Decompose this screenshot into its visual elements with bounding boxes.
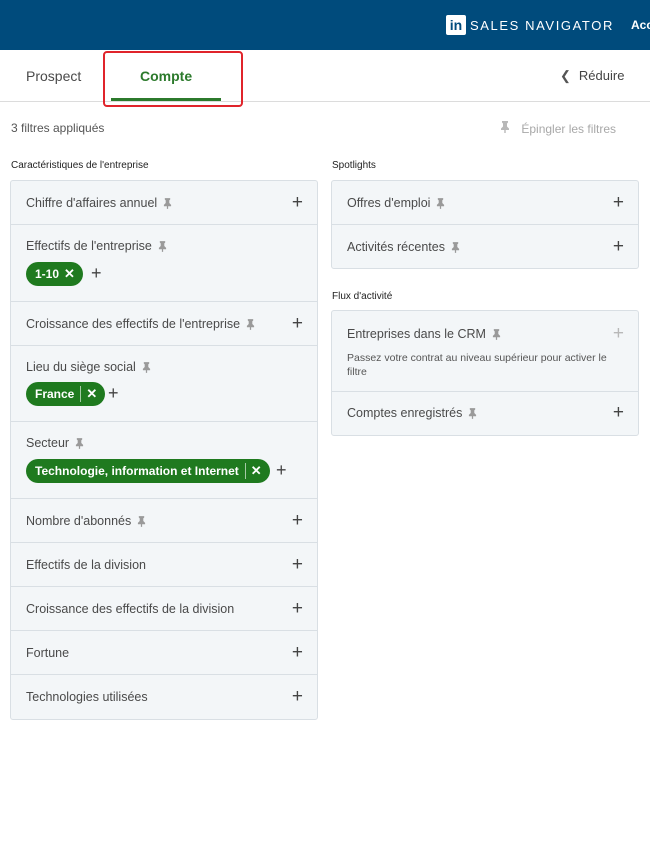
pin-icon[interactable] [137, 516, 146, 528]
filter-row-division-growth[interactable]: Croissance des effectifs de la division … [11, 587, 317, 631]
reduce-label: Réduire [578, 68, 625, 83]
chevron-left-icon: ❮ [560, 68, 571, 83]
chip-label: Technologie, information et Internet [35, 464, 239, 478]
linkedin-logo-icon: in [446, 15, 466, 35]
reduce-button[interactable]: ❮ Réduire [560, 68, 624, 84]
add-icon: + [612, 323, 624, 344]
filter-row-headcount-growth[interactable]: Croissance des effectifs de l'entreprise… [11, 302, 317, 346]
filter-label: Offres d'emploi [347, 196, 445, 210]
filter-tabs: Prospect Compte ❮ Réduire [0, 50, 650, 107]
filter-row-division-headcount[interactable]: Effectifs de la division + [11, 543, 317, 587]
activity-flow-panel: Entreprises dans le CRM + Passez votre c… [331, 310, 639, 436]
chip-sector[interactable]: Technologie, information et Internet ✕ [26, 459, 270, 483]
company-filters-panel: Chiffre d'affaires annuel + Effectifs de… [10, 180, 318, 720]
pin-icon[interactable] [158, 241, 167, 253]
remove-icon[interactable]: ✕ [86, 386, 97, 402]
filter-label: Nombre d'abonnés [26, 514, 146, 528]
spotlights-panel: Offres d'emploi + Activités récentes + [331, 180, 639, 269]
filter-label: Fortune [26, 646, 70, 660]
brand-name: SALES NAVIGATOR [470, 17, 614, 33]
add-icon[interactable]: + [108, 383, 119, 404]
filter-row-headcount[interactable]: Effectifs de l'entreprise 1-10 ✕ + [11, 225, 317, 302]
pin-icon[interactable] [436, 198, 445, 210]
pin-icon[interactable] [163, 198, 172, 210]
filter-row-followers[interactable]: Nombre d'abonnés + [11, 499, 317, 543]
account-menu[interactable]: Acc [631, 18, 650, 32]
filter-label: Lieu du siège social [26, 360, 151, 374]
activity-flow-title: Flux d'activité [332, 291, 393, 302]
pin-icon[interactable] [246, 319, 255, 331]
add-icon[interactable]: + [292, 314, 303, 333]
filter-row-hq[interactable]: Lieu du siège social France ✕ + [11, 346, 317, 422]
chip-label: France [35, 387, 75, 401]
applied-filters-count: 3 filtres appliqués [11, 121, 105, 135]
filter-row-job-offers[interactable]: Offres d'emploi + [332, 181, 638, 225]
add-icon[interactable]: + [292, 643, 303, 662]
add-icon[interactable]: + [91, 263, 102, 284]
add-icon[interactable]: + [292, 511, 303, 530]
pin-icon[interactable] [451, 242, 460, 254]
add-icon[interactable]: + [613, 237, 624, 256]
filter-row-revenue[interactable]: Chiffre d'affaires annuel + [11, 181, 317, 225]
pin-icon[interactable] [75, 438, 84, 450]
filter-label: Technologies utilisées [26, 690, 148, 704]
upgrade-description: Passez votre contrat au niveau supérieur… [347, 352, 607, 378]
chip-headcount[interactable]: 1-10 ✕ [26, 262, 83, 286]
remove-icon[interactable]: ✕ [251, 463, 262, 479]
filter-row-fortune[interactable]: Fortune + [11, 631, 317, 675]
chip-label: 1-10 [35, 267, 60, 281]
add-icon[interactable]: + [276, 460, 287, 481]
chip-hq[interactable]: France ✕ [26, 382, 106, 406]
filter-label: Chiffre d'affaires annuel [26, 196, 172, 210]
pin-icon[interactable] [142, 362, 151, 374]
filter-label: Effectifs de la division [26, 558, 146, 572]
add-icon[interactable]: + [292, 193, 303, 212]
filter-label: Entreprises dans le CRM [347, 327, 501, 341]
add-icon[interactable]: + [613, 403, 624, 422]
add-icon[interactable]: + [292, 687, 303, 706]
pin-icon[interactable] [492, 329, 501, 341]
filter-label: Activités récentes [347, 240, 460, 254]
filter-row-crm: Entreprises dans le CRM + Passez votre c… [332, 311, 638, 392]
filter-row-technologies[interactable]: Technologies utilisées + [11, 675, 317, 719]
chip-divider [80, 386, 82, 402]
pin-icon [500, 121, 513, 136]
filter-row-saved-accounts[interactable]: Comptes enregistrés + [332, 392, 638, 435]
top-navigation-bar: in SALES NAVIGATOR Acc [0, 0, 650, 50]
tab-highlight-box [103, 51, 243, 107]
add-icon[interactable]: + [292, 555, 303, 574]
remove-icon[interactable]: ✕ [64, 266, 75, 282]
filter-row-sector[interactable]: Secteur Technologie, information et Inte… [11, 422, 317, 499]
pin-filters-button[interactable]: Épingler les filtres [500, 121, 616, 136]
pin-icon[interactable] [468, 408, 477, 420]
company-section-title: Caractéristiques de l'entreprise [11, 160, 149, 171]
add-icon[interactable]: + [292, 599, 303, 618]
chip-divider [244, 463, 246, 479]
filter-label: Comptes enregistrés [347, 406, 477, 420]
brand[interactable]: in SALES NAVIGATOR [446, 15, 614, 35]
spotlights-title: Spotlights [332, 160, 376, 171]
filter-row-recent-activity[interactable]: Activités récentes + [332, 225, 638, 269]
add-icon[interactable]: + [613, 193, 624, 212]
pin-filters-label: Épingler les filtres [521, 122, 617, 136]
filter-label: Effectifs de l'entreprise [26, 239, 167, 253]
filter-label: Croissance des effectifs de l'entreprise [26, 317, 255, 331]
filter-label: Secteur [26, 436, 84, 450]
tab-prospect[interactable]: Prospect [26, 68, 81, 84]
filter-label: Croissance des effectifs de la division [26, 602, 235, 616]
